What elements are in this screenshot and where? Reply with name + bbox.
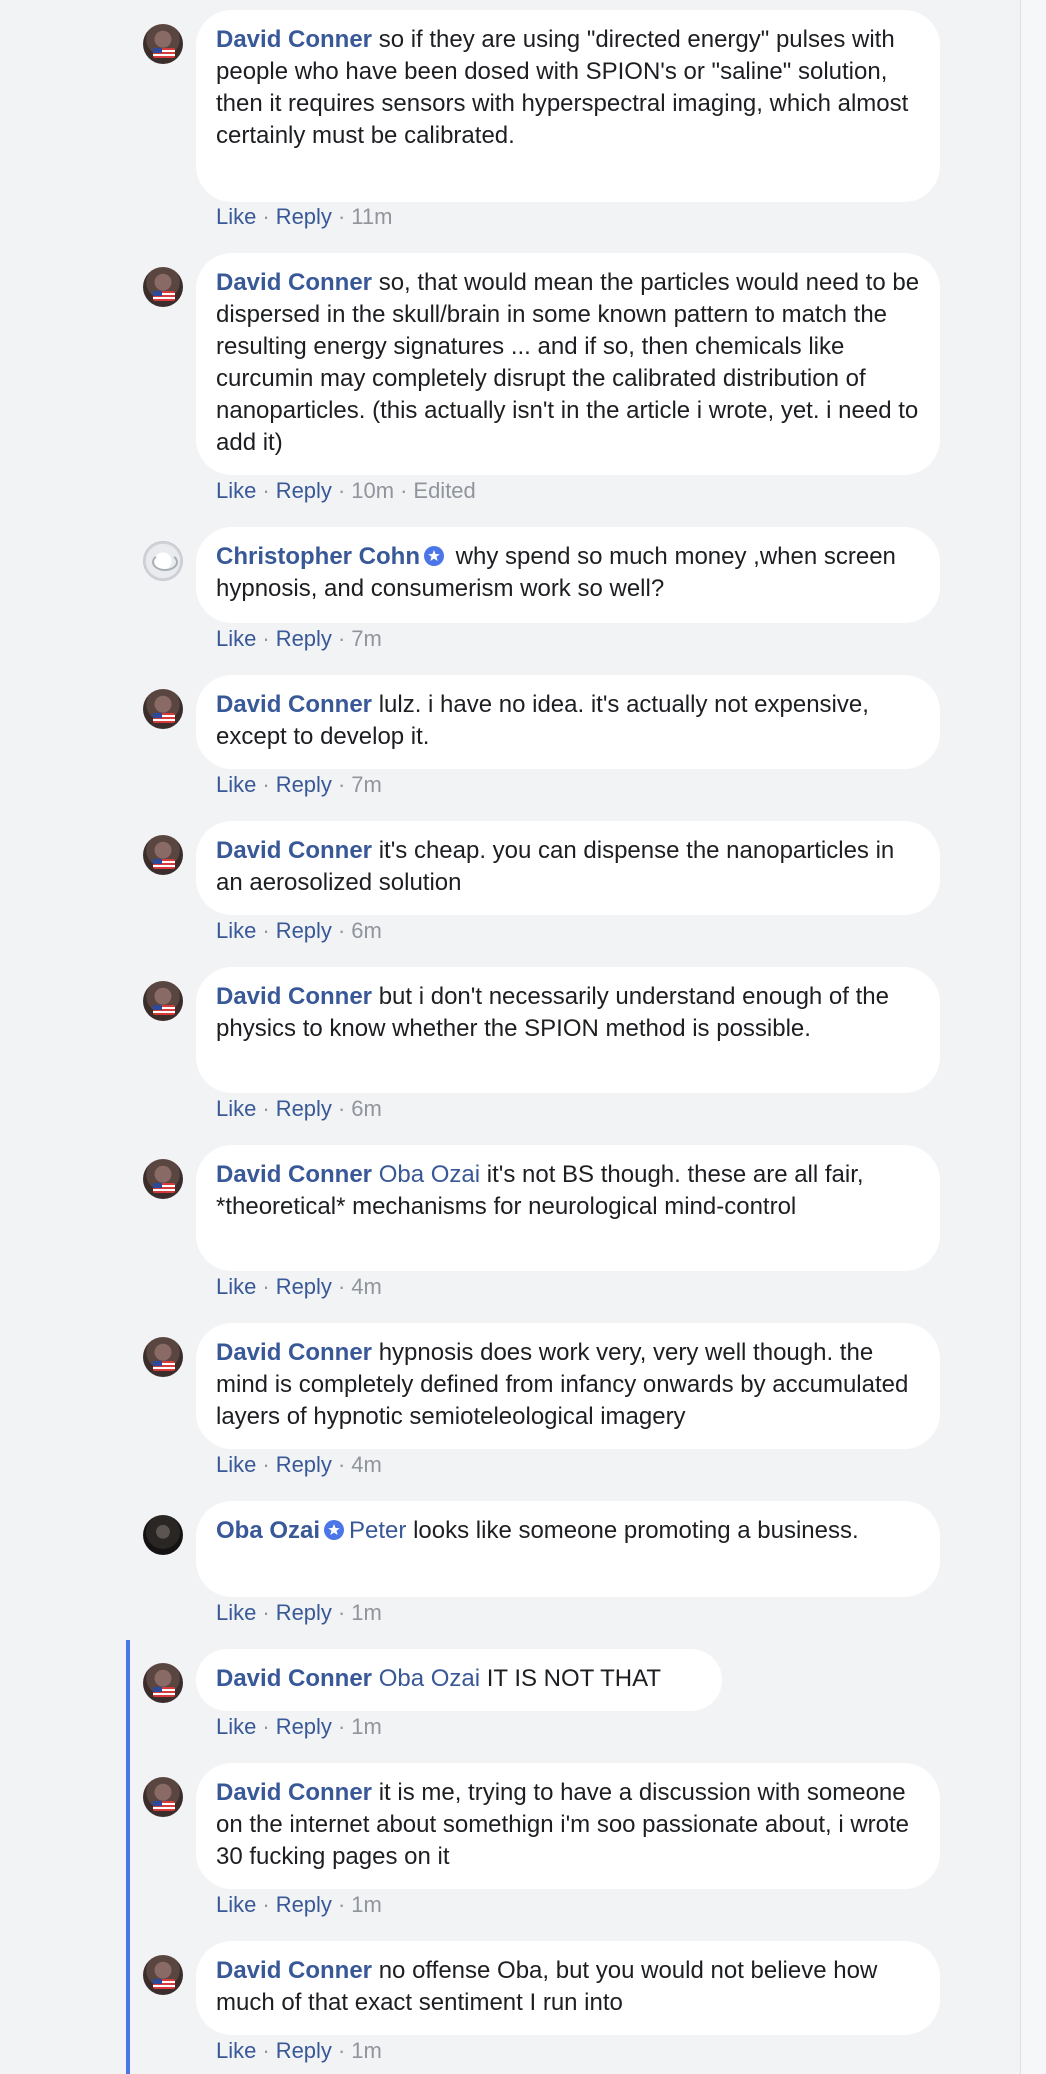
comment-actions: Like · Reply · 11m	[216, 204, 393, 229]
comment-actions: Like · Reply · 1m	[216, 2038, 382, 2063]
mention-link[interactable]: Peter	[349, 1517, 406, 1544]
david-conner-avatar[interactable]	[143, 981, 183, 1021]
like-link[interactable]: Like	[216, 1452, 256, 1477]
like-link[interactable]: Like	[216, 1892, 256, 1917]
comment-bubble: David Conner Oba Ozai IT IS NOT THAT	[196, 1649, 722, 1711]
comment-bubble: David Conner no offense Oba, but you wou…	[196, 1941, 940, 2035]
like-link[interactable]: Like	[216, 1274, 256, 1299]
reply-link[interactable]: Reply	[276, 1600, 332, 1625]
david-conner-avatar[interactable]	[143, 1663, 183, 1703]
comment-author[interactable]: David Conner	[216, 1957, 372, 1984]
comment-bubble: David Conner Oba Ozai it's not BS though…	[196, 1145, 940, 1271]
comment-time[interactable]: 7m	[351, 626, 382, 651]
comment-author[interactable]: David Conner	[216, 983, 372, 1010]
comment-time[interactable]: 6m	[351, 918, 382, 943]
christopher-cohn-avatar[interactable]	[143, 541, 183, 581]
comment-time[interactable]: 6m	[351, 1096, 382, 1121]
david-conner-avatar[interactable]	[143, 24, 183, 64]
comment-bubble: David Conner lulz. i have no idea. it's …	[196, 675, 940, 769]
verified-badge-icon	[324, 1520, 345, 1540]
mention-link[interactable]: Oba Ozai	[379, 1665, 480, 1692]
comment-actions: Like · Reply · 7m	[216, 772, 382, 797]
comment-actions: Like · Reply · 1m	[216, 1892, 382, 1917]
like-link[interactable]: Like	[216, 478, 256, 503]
comment-actions: Like · Reply · 7m	[216, 626, 382, 651]
comment-actions: Like · Reply · 6m	[216, 918, 382, 943]
comment-text: so, that would mean the particles would …	[216, 269, 920, 456]
verified-badge-icon	[424, 546, 444, 566]
david-conner-avatar[interactable]	[143, 1159, 183, 1199]
david-conner-avatar[interactable]	[143, 689, 183, 729]
comment-author[interactable]: David Conner	[216, 837, 372, 864]
comment-author[interactable]: David Conner	[216, 1339, 372, 1366]
comment-author[interactable]: David Conner	[216, 26, 372, 53]
like-link[interactable]: Like	[216, 772, 256, 797]
reply-link[interactable]: Reply	[276, 478, 332, 503]
comment-actions: Like · Reply · 4m	[216, 1274, 382, 1299]
david-conner-avatar[interactable]	[143, 835, 183, 875]
like-link[interactable]: Like	[216, 918, 256, 943]
reply-link[interactable]: Reply	[276, 918, 332, 943]
mention-link[interactable]: Oba Ozai	[379, 1161, 480, 1188]
oba-ozai-avatar[interactable]	[143, 1515, 183, 1555]
reply-link[interactable]: Reply	[276, 626, 332, 651]
comment-time[interactable]: 1m	[351, 1600, 382, 1625]
comment-bubble: David Conner so, that would mean the par…	[196, 253, 940, 475]
reply-link[interactable]: Reply	[276, 1096, 332, 1121]
comment-bubble: David Conner hypnosis does work very, ve…	[196, 1323, 940, 1449]
comment-actions: Like · Reply · 1m	[216, 1600, 382, 1625]
comment-bubble: David Conner it's cheap. you can dispens…	[196, 821, 940, 915]
like-link[interactable]: Like	[216, 1714, 256, 1739]
reply-link[interactable]: Reply	[276, 1452, 332, 1477]
comment-author[interactable]: David Conner	[216, 1779, 372, 1806]
comment-time[interactable]: 1m	[351, 1892, 382, 1917]
like-link[interactable]: Like	[216, 2038, 256, 2063]
comment-time[interactable]: 4m	[351, 1452, 382, 1477]
reply-link[interactable]: Reply	[276, 1714, 332, 1739]
comment-author[interactable]: Oba Ozai	[216, 1517, 320, 1544]
reply-link[interactable]: Reply	[276, 772, 332, 797]
comment-time[interactable]: 10m	[351, 478, 394, 503]
comment-actions: Like · Reply · 6m	[216, 1096, 382, 1121]
comment-bubble: David Conner it is me, trying to have a …	[196, 1763, 940, 1889]
comment-time[interactable]: 1m	[351, 2038, 382, 2063]
comment-text: IT IS NOT THAT	[486, 1665, 662, 1692]
reply-thread-line	[126, 1640, 130, 2074]
comment-time[interactable]: 7m	[351, 772, 382, 797]
david-conner-avatar[interactable]	[143, 1337, 183, 1377]
like-link[interactable]: Like	[216, 1600, 256, 1625]
comment-author[interactable]: David Conner	[216, 269, 372, 296]
david-conner-avatar[interactable]	[143, 267, 183, 307]
reply-link[interactable]: Reply	[276, 204, 332, 229]
comment-actions: Like · Reply · 10m · Edited	[216, 478, 476, 503]
like-link[interactable]: Like	[216, 626, 256, 651]
comment-actions: Like · Reply · 4m	[216, 1452, 382, 1477]
comment-time[interactable]: 11m	[351, 204, 392, 229]
comment-actions: Like · Reply · 1m	[216, 1714, 382, 1739]
david-conner-avatar[interactable]	[143, 1955, 183, 1995]
comment-bubble: Oba Ozai Peter looks like someone promoti…	[196, 1501, 940, 1597]
comment-text: looks like someone promoting a business.	[413, 1517, 859, 1544]
david-conner-avatar[interactable]	[143, 1777, 183, 1817]
comment-author[interactable]: David Conner	[216, 1161, 372, 1188]
comment-bubble: Christopher Cohn why spend so much money…	[196, 527, 940, 623]
right-panel-edge	[1020, 0, 1046, 2074]
comment-bubble: David Conner so if they are using "direc…	[196, 10, 940, 202]
like-link[interactable]: Like	[216, 204, 256, 229]
comment-author[interactable]: David Conner	[216, 1665, 372, 1692]
comment-time[interactable]: 4m	[351, 1274, 382, 1299]
edited-label[interactable]: Edited	[413, 478, 475, 503]
reply-link[interactable]: Reply	[276, 1274, 332, 1299]
like-link[interactable]: Like	[216, 1096, 256, 1121]
comment-author[interactable]: David Conner	[216, 691, 372, 718]
reply-link[interactable]: Reply	[276, 1892, 332, 1917]
comment-author[interactable]: Christopher Cohn	[216, 543, 420, 570]
reply-link[interactable]: Reply	[276, 2038, 332, 2063]
comment-time[interactable]: 1m	[351, 1714, 382, 1739]
comment-bubble: David Conner but i don't necessarily und…	[196, 967, 940, 1093]
